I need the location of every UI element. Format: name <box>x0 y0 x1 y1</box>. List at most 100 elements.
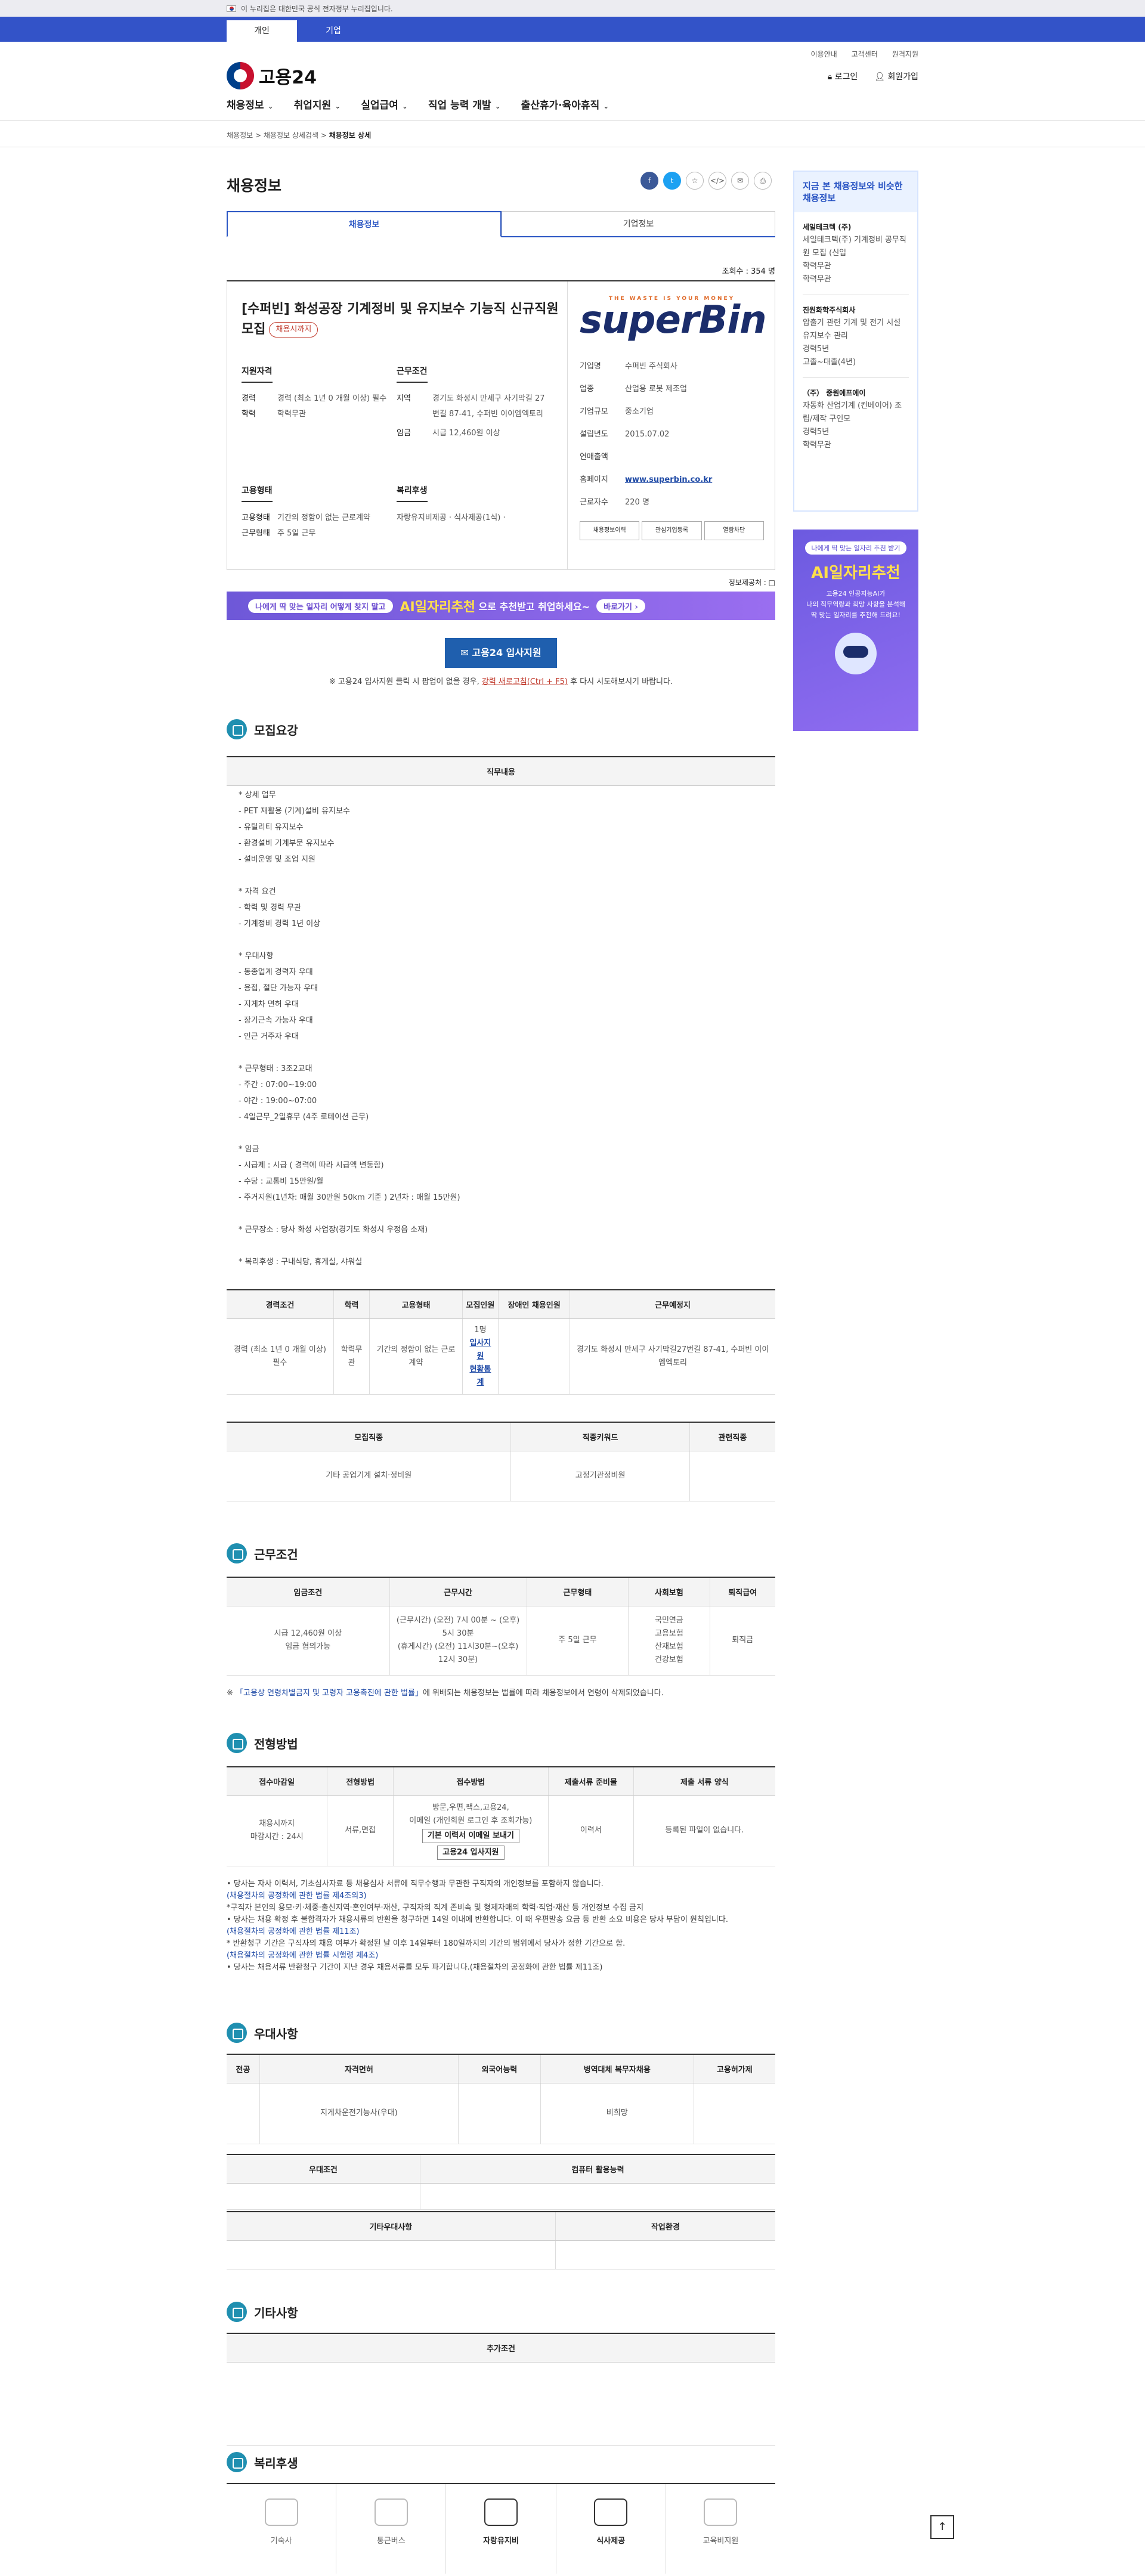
page-title: 채용정보 <box>227 177 282 194</box>
age-discrimination-note: ※ 「고용상 연령차별금지 및 고령자 고용촉진에 관한 법률」에 위배되는 채… <box>227 1689 664 1698</box>
ai-recommend-side-banner[interactable]: 나에게 딱 맞는 일자리 추천 받기 AI일자리추천 고용24 인공지능AI가 … <box>793 530 918 731</box>
chevron-down-icon: ⌄ <box>267 102 274 110</box>
tab-personal[interactable]: 개인 <box>227 20 297 42</box>
job-category-table: 모집직종 직종키워드 관련직종 기타 공업기계 설치·정비원 고정기관정비원 <box>227 1422 775 1501</box>
section-work: 근무조건 <box>227 1543 298 1563</box>
tab-company-info[interactable]: 기업정보 <box>502 211 775 236</box>
tab-job-info[interactable]: 채용정보 <box>227 211 502 237</box>
section-welfare: 복리후생 <box>227 2452 298 2472</box>
preference-table-2: 우대조건 컴퓨터 활용능력 <box>227 2154 775 2210</box>
welfare-meal: 식사제공 <box>556 2484 666 2574</box>
facebook-icon[interactable]: f <box>640 172 658 190</box>
apply-note: ※ 고용24 입사지원 클릭 시 팝업이 없을 경우, 강력 새로고침(Ctrl… <box>329 677 673 686</box>
welfare-bus: 통근버스 <box>336 2484 447 2574</box>
main-nav: 채용정보 ⌄ 취업지원 ⌄ 실업급여 ⌄ 직업 능력 개발 ⌄ 출산휴가·육아휴직 ⌄ <box>227 97 609 112</box>
gov-banner-text: 이 누리집은 대한민국 공식 전자정부 누리집입니다. <box>241 4 393 13</box>
util-links: 이용안내 고객센터 원격지원 <box>810 49 918 59</box>
nav-jobs[interactable]: 채용정보 ⌄ <box>227 97 274 112</box>
favorite-company-button[interactable]: 관심기업등록 <box>642 521 702 540</box>
gov-banner: 이 누리집은 대한민국 공식 전자정부 누리집입니다. <box>0 0 1145 17</box>
auth-links: 🔒︎ 로그인 👤︎ 회원가입 <box>828 70 918 82</box>
company-row: 기업규모 중소기업 <box>580 407 654 416</box>
work-table: 임금조건 근무시간 근무형태 사회보험 퇴직급여 시급 12,460원 이상 임금 협의… <box>227 1577 775 1676</box>
company-row: 근로자수 220 명 <box>580 498 649 507</box>
company-row: 기업명 수퍼빈 주식회사 <box>580 362 677 371</box>
util-help[interactable]: 고객센터 <box>852 49 878 59</box>
view-count: 조회수 : 354 명 <box>722 267 775 276</box>
util-guide[interactable]: 이용안내 <box>810 49 837 59</box>
chevron-down-icon: ⌄ <box>494 102 501 110</box>
stats-link[interactable]: 현황통계 <box>468 1363 493 1389</box>
preference-table-3: 기타우대사항 작업환경 <box>227 2211 775 2270</box>
similar-job-item[interactable]: （주） 중원에프에이 자동화 산업기계 (컨베이어) 조립/제작 구인모 경력5년 학… <box>803 378 909 460</box>
breadcrumb: 채용정보 > 채용정보 상세검색 > 채용정보 상세 <box>227 131 372 140</box>
star-icon[interactable]: ☆ <box>686 172 704 190</box>
company-row: 업종 산업용 로봇 제조업 <box>580 385 687 394</box>
apply-button-small[interactable]: 고용24 입사지원 <box>437 1846 505 1860</box>
embed-icon[interactable]: </> <box>708 172 726 190</box>
company-row: 설립년도 2015.07.02 <box>580 430 670 439</box>
graduation-cap-icon <box>704 2498 738 2526</box>
chevron-down-icon: ⌄ <box>603 102 609 110</box>
site-logo[interactable]: 고용24 <box>227 62 317 89</box>
util-remote[interactable]: 원격지원 <box>892 49 918 59</box>
duty-content: * 상세 업무 - PET 재활용 (기계)설비 유지보수 - 유틸리티 유지보… <box>239 791 460 1267</box>
filter-icon <box>227 2023 247 2043</box>
signup-link[interactable]: 👤︎ 회원가입 <box>874 70 918 82</box>
welfare-education: 교육비지원 <box>666 2484 775 2574</box>
detail-tabs: 채용정보 기업정보 <box>227 211 775 237</box>
similar-job-item[interactable]: 세일테크텍 (주) 세일테크텍(주) 기계정비 공무직원 모집 (신입 학력무관 학력… <box>803 212 909 295</box>
login-link[interactable]: 🔒︎ 로그인 <box>828 70 858 82</box>
similar-job-item[interactable]: 진원화학주식회사 압출기 관련 기계 및 전기 시설 유지보수 관리 경력5년 고졸~… <box>803 295 909 378</box>
apply-button[interactable]: ✉ 고용24 입사지원 <box>445 638 557 668</box>
nav-parental-leave[interactable]: 출산휴가·육아휴직 ⌄ <box>521 97 609 112</box>
company-logo: THE WASTE IS YOUR MONEY superBin <box>580 296 767 342</box>
user-icon: 👤︎ <box>874 72 888 82</box>
nav-employment-support[interactable]: 취업지원 ⌄ <box>294 97 341 112</box>
twitter-icon[interactable]: t <box>663 172 681 190</box>
nav-divider <box>0 120 1145 121</box>
preference-table: 전공 자격면허 외국어능력 병역대체 복무자채용 고용허가제 지게차운전기능사(우대) 비… <box>227 2054 775 2144</box>
block-company-button[interactable]: 열람차단 <box>704 521 764 540</box>
print-icon[interactable]: ⎙ <box>754 172 772 190</box>
ai-recommend-banner[interactable]: 나에게 딱 맞는 일자리 어떻게 찾지 말고 AI일자리추천 으로 추천받고 취업… <box>227 592 775 620</box>
section-recruit: 모집요강 <box>227 719 298 739</box>
taegeuk-logo-icon <box>227 62 254 89</box>
section-preference: 우대사항 <box>227 2023 298 2043</box>
age-law-link[interactable]: 「고용상 연령차별금지 및 고령자 고용촉진에 관한 법률」 <box>236 1689 423 1698</box>
fuel-icon <box>484 2498 518 2526</box>
welfare-grid: 기숙사 통근버스 자랑유지비 식사제공 교육비지원 <box>227 2484 775 2574</box>
bed-icon <box>264 2498 298 2526</box>
recruit-table: 경력조건 학력 고용형태 모집인원 장애인 채용인원 근무예정지 경력 (최소 1년 0 … <box>227 1289 775 1395</box>
tab-business[interactable]: 기업 <box>298 20 369 42</box>
info-source: 정보제공처 : □ <box>728 578 775 587</box>
book-icon <box>227 719 247 739</box>
send-resume-email-button[interactable]: 기본 이력서 이메일 보내기 <box>422 1829 519 1843</box>
lock-icon: 🔒︎ <box>827 72 835 82</box>
memo-icon <box>227 2302 247 2322</box>
qualifications: 지원자격 경력 경력 (최소 1년 0 개월 이상) 필수 학력 학력무관 <box>242 365 391 422</box>
mail-icon[interactable]: ✉ <box>731 172 749 190</box>
share-bar: f t ☆ </> ✉ ⎙ <box>640 172 772 190</box>
clock-icon <box>227 1543 247 1563</box>
hard-refresh-link[interactable]: 강력 새로고침(Ctrl + F5) <box>482 677 568 686</box>
employment-type: 고용형태 고용형태 기간의 정함이 없는 근로계약 근무형태 주 5일 근무 <box>242 484 391 541</box>
nav-unemployment[interactable]: 실업급여 ⌄ <box>361 97 408 112</box>
nav-vocational[interactable]: 직업 능력 개발 ⌄ <box>428 97 501 112</box>
brand-name: 고용24 <box>259 67 317 88</box>
job-title: [수퍼빈] 화성공장 기계정비 및 유지보수 기능직 신규직원 모집 채용시까지 <box>242 302 559 338</box>
apply-link[interactable]: 입사지원 <box>468 1337 493 1363</box>
chevron-down-icon: ⌄ <box>335 102 341 110</box>
scroll-top-button[interactable]: ↑ <box>930 2515 954 2539</box>
company-row: 연매출액 <box>580 453 608 462</box>
selection-notes: • 당사는 자사 이력서, 기초심사자료 등 채용심사 서류에 직무수행과 무관… <box>227 1880 728 1972</box>
company-row: 홈페이지 www.superbin.co.kr <box>580 469 764 491</box>
similar-jobs-panel: 지금 본 채용정보와 비슷한 채용정보 세일테크텍 (주) 세일테크텍(주) 기계… <box>793 171 918 512</box>
korea-flag-icon <box>227 5 236 12</box>
etc-table: 추가조건 <box>227 2333 775 2446</box>
job-history-button[interactable]: 채용정보이력 <box>580 521 640 540</box>
work-conditions: 근무조건 지역 경기도 화성시 만세구 사기막길 27번길 87-41, 수퍼빈 … <box>397 365 558 441</box>
homepage-link[interactable]: www.superbin.co.kr <box>625 469 712 491</box>
job-summary-box: [수퍼빈] 화성공장 기계정비 및 유지보수 기능직 신규직원 모집 채용시까지 … <box>227 280 775 570</box>
welfare-summary: 복리후생 자랑유지비제공 · 식사제공(1식) · <box>397 484 558 526</box>
